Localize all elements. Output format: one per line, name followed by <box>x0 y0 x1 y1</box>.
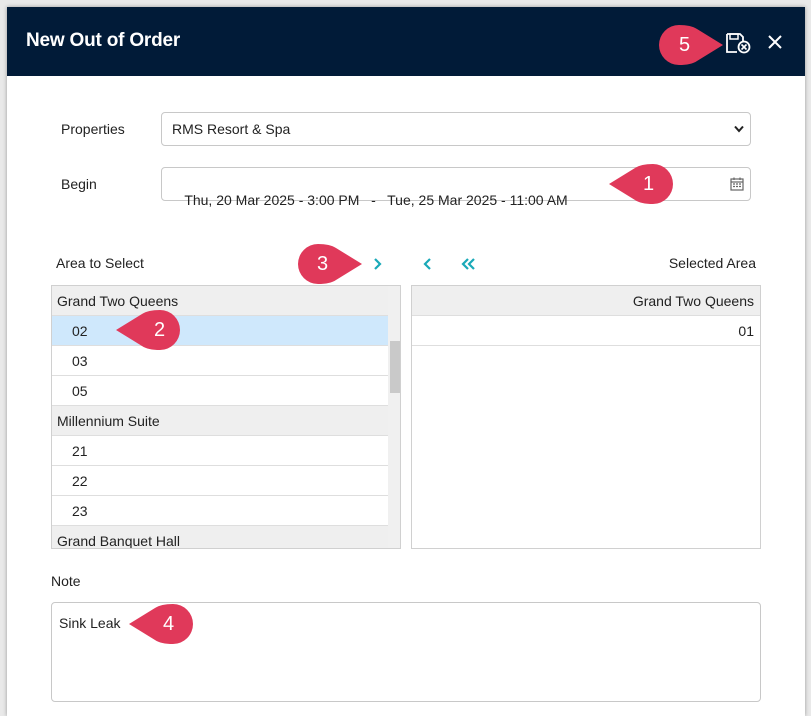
save-cancel-icon[interactable] <box>725 32 751 54</box>
callout-1: 1 <box>609 163 673 205</box>
list-item[interactable]: 22 <box>52 466 388 496</box>
list-item[interactable]: 01 <box>412 316 760 346</box>
callout-4: 4 <box>129 603 193 645</box>
list-item[interactable]: 21 <box>52 436 388 466</box>
list-group-header: Grand Two Queens <box>412 286 760 316</box>
list-item[interactable]: 23 <box>52 496 388 526</box>
list-item[interactable]: 02 <box>52 316 388 346</box>
list-scrollbar[interactable] <box>388 286 400 548</box>
move-all-left-arrow-icon[interactable] <box>459 255 479 273</box>
move-left-arrow-icon[interactable] <box>420 255 436 273</box>
properties-select[interactable]: RMS Resort & Spa <box>161 112 751 146</box>
list-group-header: Grand Two Queens <box>52 286 388 316</box>
scrollbar-thumb[interactable] <box>390 341 400 393</box>
callout-3: 3 <box>298 243 362 285</box>
area-to-select-list[interactable]: Grand Two Queens 02 03 05 Millennium Sui… <box>51 285 401 549</box>
selected-area-label: Selected Area <box>668 255 756 271</box>
move-right-arrow-icon[interactable] <box>370 255 386 273</box>
callout-5: 5 <box>659 24 723 66</box>
callout-2: 2 <box>116 309 180 351</box>
properties-label: Properties <box>61 121 125 137</box>
calendar-icon[interactable] <box>730 177 744 191</box>
note-value: Sink Leak <box>59 615 121 631</box>
properties-value: RMS Resort & Spa <box>172 121 291 137</box>
begin-label: Begin <box>61 176 97 192</box>
dialog-title: New Out of Order <box>26 30 181 51</box>
new-out-of-order-dialog: New Out of Order Properties RMS Resort &… <box>7 7 805 716</box>
note-label: Note <box>51 573 81 589</box>
list-group-header: Millennium Suite <box>52 406 388 436</box>
chevron-down-icon <box>734 125 744 133</box>
list-group-header: Grand Banquet Hall <box>52 526 388 548</box>
area-to-select-label: Area to Select <box>56 255 144 271</box>
date-range-value: Thu, 20 Mar 2025 - 3:00 PM - Tue, 25 Mar… <box>184 192 568 208</box>
selected-area-list[interactable]: Grand Two Queens 01 <box>411 285 761 549</box>
close-icon[interactable] <box>766 33 784 51</box>
list-item[interactable]: 03 <box>52 346 388 376</box>
list-item[interactable]: 05 <box>52 376 388 406</box>
